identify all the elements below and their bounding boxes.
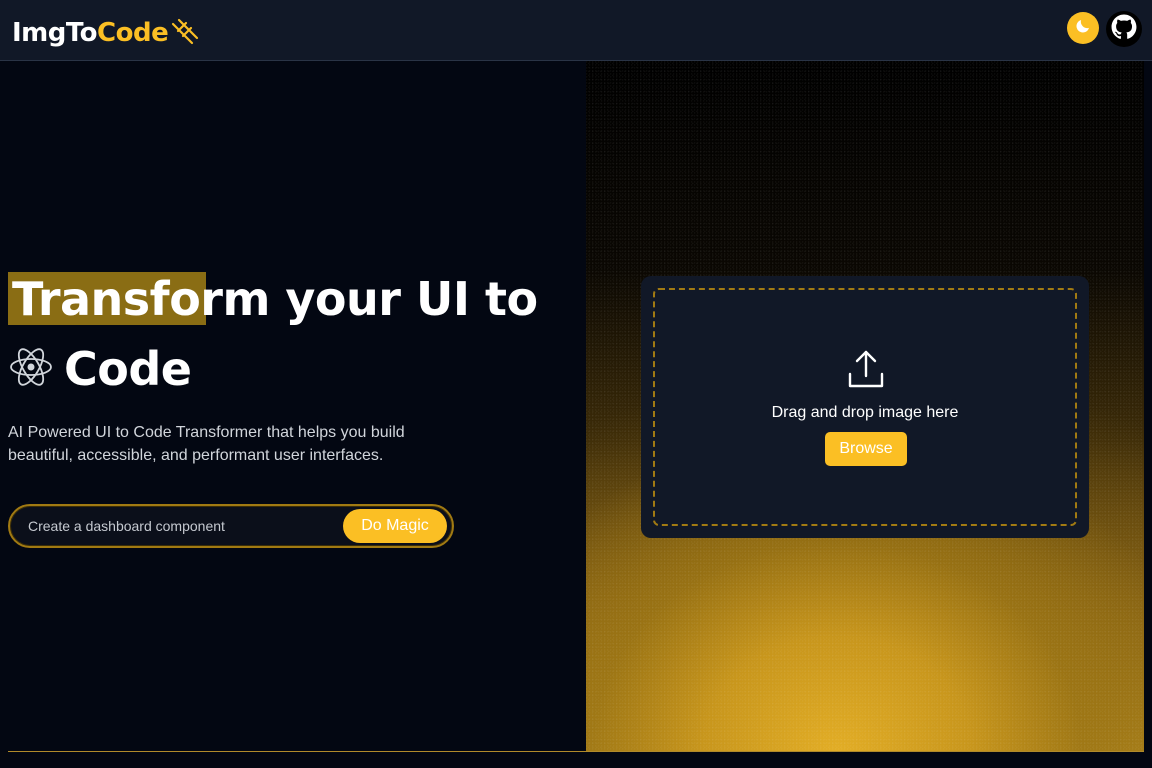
wand-icon	[170, 17, 200, 52]
logo-text-main: ImgTo	[12, 17, 98, 48]
hero-section: Transform your UI to Code AI Powered UI …	[0, 61, 586, 751]
navbar: ImgToCode	[0, 0, 1152, 61]
github-link[interactable]	[1106, 11, 1142, 47]
upload-icon	[847, 348, 885, 395]
react-icon	[8, 344, 54, 395]
github-icon	[1111, 14, 1137, 45]
logo-text: ImgToCode	[12, 17, 169, 48]
browse-button[interactable]: Browse	[825, 432, 907, 466]
logo-text-accent: Code	[97, 17, 169, 48]
do-magic-button[interactable]: Do Magic	[343, 509, 447, 543]
dropzone-text: Drag and drop image here	[771, 404, 959, 421]
headline-highlight-word: Transform	[12, 272, 270, 326]
prompt-form: Do Magic	[8, 504, 454, 548]
upload-panel: Drag and drop image here Browse	[586, 61, 1144, 751]
footer-divider	[8, 751, 1144, 752]
headline-rest: your UI to	[269, 272, 538, 326]
theme-toggle-button[interactable]	[1067, 12, 1099, 44]
hero-subtitle: AI Powered UI to Code Transformer that h…	[8, 424, 405, 464]
logo[interactable]: ImgToCode	[12, 13, 200, 52]
moon-icon	[1074, 17, 1092, 40]
headline-code-word: Code	[64, 342, 192, 396]
upload-card: Drag and drop image here Browse	[641, 276, 1089, 538]
image-dropzone[interactable]: Drag and drop image here Browse	[653, 288, 1077, 526]
prompt-input[interactable]	[28, 506, 328, 546]
headline-line-2: Code	[8, 341, 192, 397]
headline-line-1: Transform your UI to	[8, 271, 538, 327]
